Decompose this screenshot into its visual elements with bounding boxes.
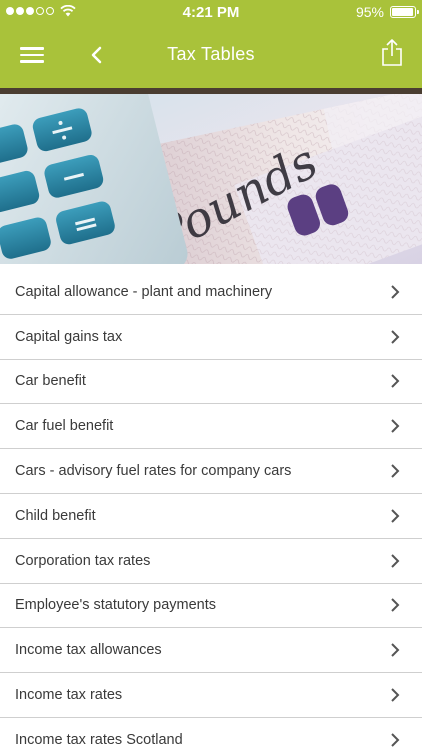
chevron-right-icon	[391, 464, 400, 478]
calculator-banknotes-image: Pounds	[0, 94, 422, 264]
list-item-label: Car fuel benefit	[15, 418, 114, 435]
list-item-label: Corporation tax rates	[15, 552, 151, 569]
list-item-corporation-tax-rates[interactable]: Corporation tax rates	[0, 538, 422, 584]
battery-fill	[392, 8, 413, 16]
battery-percent: 95%	[355, 4, 384, 20]
list-item-income-tax-rates[interactable]: Income tax rates	[0, 673, 422, 718]
chevron-right-icon	[391, 688, 400, 702]
list-item-advisory-fuel-rates[interactable]: Cars - advisory fuel rates for company c…	[0, 449, 422, 494]
list-item-label: Capital allowance - plant and machinery	[15, 283, 273, 300]
chevron-right-icon	[391, 553, 400, 568]
chevron-right-icon	[391, 374, 400, 389]
list-item-car-fuel-benefit[interactable]: Car fuel benefit	[0, 404, 422, 450]
list-item-child-benefit[interactable]: Child benefit	[0, 493, 422, 539]
list-item-label: Child benefit	[15, 507, 96, 524]
nav-bar: Tax Tables	[0, 24, 422, 88]
list-item-capital-gains-tax[interactable]: Capital gains tax	[0, 314, 422, 360]
tax-tables-list: Capital allowance - plant and machinery …	[0, 270, 422, 750]
chevron-right-icon	[391, 598, 400, 613]
chevron-right-icon	[391, 509, 400, 523]
list-item-label: Income tax allowances	[15, 642, 162, 659]
list-item-label: Employee's statutory payments	[15, 597, 217, 614]
list-item-label: Car benefit	[15, 373, 86, 390]
list-item-label: Income tax rates Scotland	[15, 731, 183, 748]
list-item-label: Cars - advisory fuel rates for company c…	[15, 463, 292, 480]
chevron-right-icon	[391, 285, 400, 299]
status-right: 95%	[355, 4, 419, 20]
chevron-right-icon	[391, 643, 400, 657]
list-item-label: Capital gains tax	[15, 328, 123, 345]
chevron-right-icon	[391, 419, 400, 433]
status-bar: 4:21 PM 95%	[0, 0, 422, 24]
list-item-income-tax-rates-scotland[interactable]: Income tax rates Scotland	[0, 717, 422, 750]
list-item-label: Income tax rates	[15, 687, 123, 704]
share-button[interactable]	[380, 38, 404, 68]
chevron-right-icon	[391, 329, 400, 344]
battery-icon	[390, 6, 419, 18]
chevron-right-icon	[391, 733, 400, 747]
list-item-capital-allowance[interactable]: Capital allowance - plant and machinery	[0, 270, 422, 315]
share-icon	[382, 39, 402, 66]
list-item-car-benefit[interactable]: Car benefit	[0, 359, 422, 405]
page-title: Tax Tables	[167, 44, 255, 64]
hero-image: Pounds	[0, 94, 422, 264]
list-item-income-tax-allowances[interactable]: Income tax allowances	[0, 628, 422, 674]
list-item-employee-statutory-payments[interactable]: Employee's statutory payments	[0, 583, 422, 629]
